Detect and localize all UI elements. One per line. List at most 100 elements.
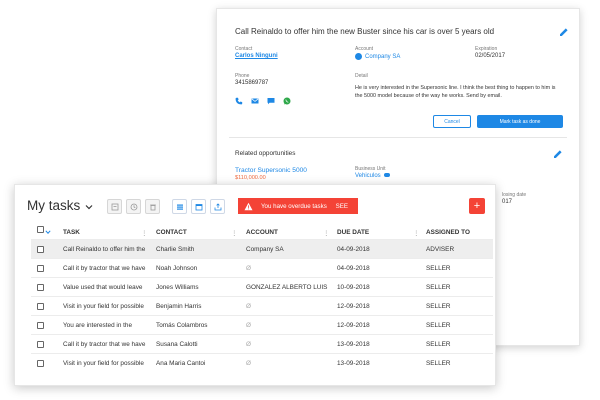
due-date-cell: 13-09-2018 [337,360,370,367]
add-task-button[interactable]: + [469,198,485,214]
account-cell: Ø [246,322,251,329]
business-unit-value[interactable]: Vehiculos [355,173,390,179]
assigned-to-cell: ADVISER [426,246,455,253]
contact-cell: Charlie Smith [156,246,195,253]
task-cell[interactable]: Value used that would leave [63,284,142,291]
related-opportunities-title: Related opportunities [235,150,296,157]
task-cell[interactable]: You are interested in the [63,322,132,329]
account-cell: Ø [246,265,251,272]
table-row[interactable]: Call Reinaldo to offer him the Charlie S… [31,239,493,258]
trash-icon[interactable] [145,199,160,214]
export-icon[interactable] [210,199,225,214]
warning-icon [244,202,253,211]
table-row[interactable]: Call it by tractor that we have Susana C… [31,334,493,353]
column-header-account[interactable]: ACCOUNT [246,229,278,236]
column-header-contact[interactable]: CONTACT [156,229,187,236]
closing-date-label: losing date [502,192,527,198]
contact-link[interactable]: Carlos Ninguni [235,53,278,59]
contact-cell: Ana Maria Cantoi [156,360,206,367]
column-menu-icon[interactable]: ⋮ [323,229,329,237]
due-date-cell: 10-09-2018 [337,284,370,291]
business-unit-label: Business Unit [355,166,386,172]
column-menu-icon[interactable]: ⋮ [413,229,419,237]
edit-opportunities-icon[interactable] [553,149,563,159]
table-row[interactable]: Call it by tractor that we have Noah Joh… [31,258,493,277]
account-cell: Company SA [246,246,284,253]
phone-icon[interactable] [235,97,243,105]
column-header-assigned-to[interactable]: ASSIGNED TO [426,229,470,236]
column-menu-icon[interactable]: ⋮ [141,229,147,237]
account-cell: Ø [246,303,251,310]
calendar-icon[interactable] [191,199,206,214]
cancel-button[interactable]: Cancel [433,115,471,128]
email-icon[interactable] [251,97,259,105]
due-date-cell: 04-09-2018 [337,265,370,272]
contact-actions [235,97,291,105]
contact-label: Contact [235,46,253,52]
due-date-cell: 13-09-2018 [337,341,370,348]
row-checkbox[interactable] [37,265,44,272]
account-value[interactable]: Company SA [355,53,400,60]
business-unit-name: Vehiculos [355,173,381,179]
assigned-to-cell: SELLER [426,322,451,329]
opportunity-amount: $110,000.00 [235,175,266,181]
opportunity-link[interactable]: Tractor Supersonic 5000 [235,167,307,174]
table-row[interactable]: Value used that would leave Jones Willia… [31,277,493,296]
overdue-alert: You have overdue tasks SEE [238,198,358,214]
archive-button[interactable] [107,199,122,214]
contact-cell: Noah Johnson [156,265,198,272]
row-checkbox[interactable] [37,360,44,367]
contact-cell: Susana Calotti [156,341,198,348]
column-header-due-date[interactable]: DUE DATE [337,229,369,236]
closing-date-value: 017 [502,199,513,205]
account-cell: Ø [246,341,251,348]
account-cell: Ø [246,360,251,367]
contact-cell: Tomás Colambros [156,322,208,329]
assigned-to-cell: SELLER [426,360,451,367]
select-all-checkbox[interactable] [37,226,44,233]
page-title: My tasks [27,198,81,213]
list-view-icon[interactable] [172,199,187,214]
detail-label: Detail [355,73,368,79]
expiration-value: 02/05/2017 [475,53,506,59]
task-cell[interactable]: Visit in your field for possible [63,360,144,367]
row-checkbox[interactable] [37,322,44,329]
row-checkbox[interactable] [37,341,44,348]
detail-text: He is very interested in the Supersonic … [355,85,556,99]
whatsapp-icon[interactable] [283,97,291,105]
contact-cell: Jones Williams [156,284,199,291]
table-row[interactable]: Visit in your field for possible Ana Mar… [31,353,493,372]
chat-icon[interactable] [267,97,275,105]
account-icon [355,53,362,60]
due-date-cell: 04-09-2018 [337,246,370,253]
phone-label: Phone [235,73,250,79]
overdue-alert-text: You have overdue tasks [261,202,327,210]
see-overdue-button[interactable]: SEE [336,203,348,210]
account-cell: GONZALEZ ALBERTO LUIS [246,284,328,291]
row-checkbox[interactable] [37,284,44,291]
assigned-to-cell: SELLER [426,265,451,272]
table-row[interactable]: You are interested in the Tomás Colambro… [31,315,493,334]
task-cell[interactable]: Call it by tractor that we have [63,265,145,272]
table-row[interactable]: Visit in your field for possible Benjami… [31,296,493,315]
task-cell[interactable]: Call Reinaldo to offer him the [63,246,145,253]
assigned-to-cell: SELLER [426,284,451,291]
comment-icon [383,173,390,178]
my-tasks-card: My tasks You have overdue tasks SEE + TA… [14,184,496,386]
assigned-to-cell: SELLER [426,341,451,348]
chevron-down-icon[interactable] [45,229,51,235]
row-checkbox[interactable] [37,246,44,253]
edit-icon[interactable] [559,27,569,37]
column-menu-icon[interactable]: ⋮ [231,229,237,237]
task-detail-title: Call Reinaldo to offer him the new Buste… [235,27,495,36]
clock-icon[interactable] [126,199,141,214]
column-header-task[interactable]: TASK [63,229,80,236]
task-cell[interactable]: Call it by tractor that we have [63,341,145,348]
mark-task-done-button[interactable]: Mark task as done [477,115,563,128]
chevron-down-icon[interactable] [85,203,93,211]
row-checkbox[interactable] [37,303,44,310]
due-date-cell: 12-09-2018 [337,303,370,310]
task-cell[interactable]: Visit in your field for possible [63,303,144,310]
expiration-label: Expiration [475,46,498,52]
divider [229,137,567,138]
